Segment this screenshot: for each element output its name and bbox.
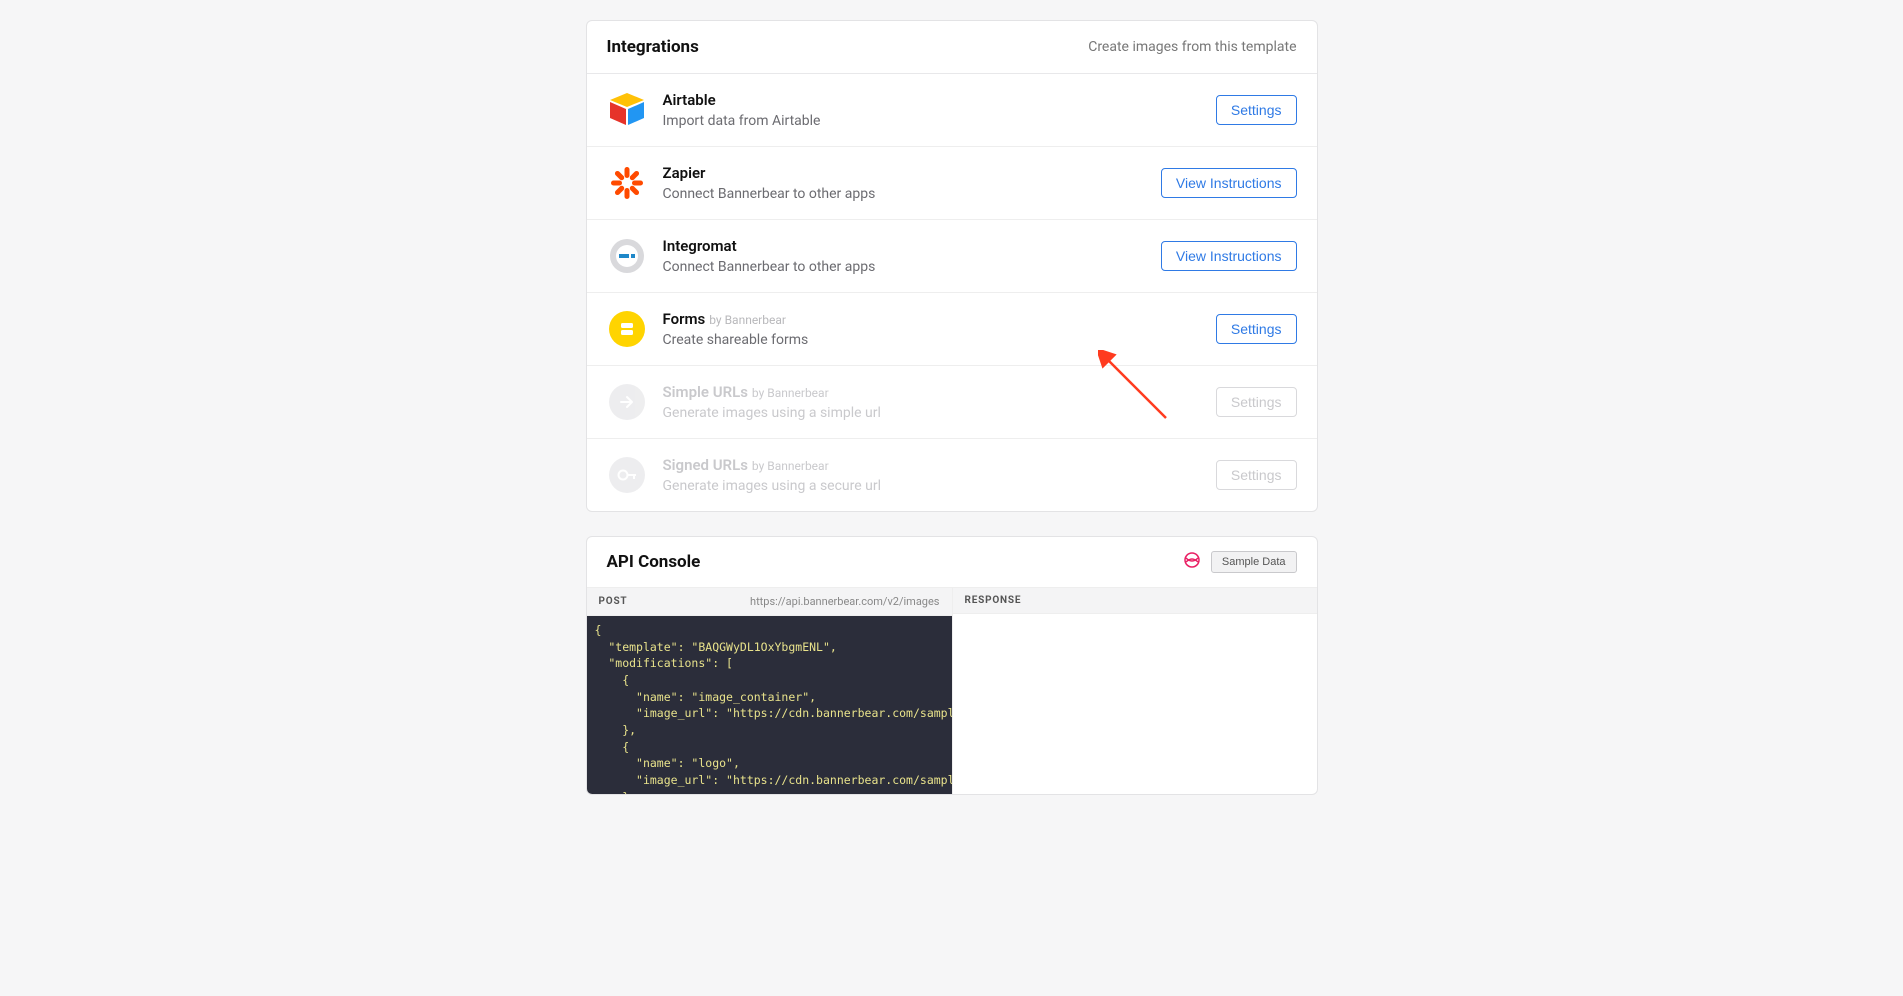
api-console-header: API Console Sample Data [587,537,1317,587]
integration-by: by Bannerbear [752,459,829,473]
response-label: RESPONSE [965,595,1022,606]
integration-desc: Import data from Airtable [663,113,1200,129]
zapier-icon [607,163,647,203]
integration-row-zapier: Zapier Connect Bannerbear to other apps … [587,147,1317,220]
integrations-header: Integrations Create images from this tem… [587,21,1317,74]
integration-row-signed-urls: Signed URLs by Bannerbear Generate images… [587,439,1317,511]
response-body [953,614,1317,792]
integration-title: Integromat [663,237,1145,257]
integration-title: Signed URLs by Bannerbear [663,456,1200,476]
integration-by: by Bannerbear [752,386,829,400]
bannerbear-logo-icon [1183,551,1201,573]
integrations-subtitle: Create images from this template [1088,39,1296,55]
integration-title: Simple URLs by Bannerbear [663,383,1200,403]
airtable-settings-button[interactable]: Settings [1216,95,1297,125]
response-column-header: RESPONSE [953,588,1317,614]
integration-info: Signed URLs by Bannerbear Generate images… [663,456,1200,494]
request-column: POST https://api.bannerbear.com/v2/image… [587,588,952,794]
integration-info: Formsby Bannerbear Create shareable form… [663,310,1200,348]
integration-desc: Generate images using a secure url [663,478,1200,494]
endpoint-url: https://api.bannerbear.com/v2/images [750,595,939,608]
airtable-icon [607,90,647,130]
integration-info: Simple URLs by Bannerbear Generate images… [663,383,1200,421]
integration-desc: Create shareable forms [663,332,1200,348]
signed-urls-settings-button[interactable]: Settings [1216,460,1297,490]
integration-title: Zapier [663,164,1145,184]
integration-title: Airtable [663,91,1200,111]
integration-desc: Connect Bannerbear to other apps [663,186,1145,202]
integration-row-simple-urls: Simple URLs by Bannerbear Generate images… [587,366,1317,439]
integration-info: Integromat Connect Bannerbear to other a… [663,237,1145,275]
api-console-body: POST https://api.bannerbear.com/v2/image… [587,587,1317,794]
forms-icon [607,309,647,349]
signed-urls-icon [607,455,647,495]
simple-urls-settings-button[interactable]: Settings [1216,387,1297,417]
api-console-title: API Console [607,552,701,572]
integration-name: Simple URLs [663,383,748,401]
integrations-card: Integrations Create images from this tem… [586,20,1318,512]
integration-title: Formsby Bannerbear [663,310,1200,330]
post-label: POST [599,596,628,607]
integromat-instructions-button[interactable]: View Instructions [1161,241,1297,271]
integration-by: by Bannerbear [709,313,786,327]
sample-data-button[interactable]: Sample Data [1211,551,1297,573]
integration-desc: Generate images using a simple url [663,405,1200,421]
request-body-code[interactable]: { "template": "BAQGWyDL1OxYbgmENL", "mod… [587,616,952,794]
simple-urls-icon [607,382,647,422]
forms-settings-button[interactable]: Settings [1216,314,1297,344]
integration-row-integromat: Integromat Connect Bannerbear to other a… [587,220,1317,293]
integrations-title: Integrations [607,37,699,57]
integration-row-airtable: Airtable Import data from Airtable Setti… [587,74,1317,147]
integration-info: Zapier Connect Bannerbear to other apps [663,164,1145,202]
integration-desc: Connect Bannerbear to other apps [663,259,1145,275]
integration-info: Airtable Import data from Airtable [663,91,1200,129]
api-console-card: API Console Sample Data POST https://api… [586,536,1318,795]
integration-row-forms: Formsby Bannerbear Create shareable form… [587,293,1317,366]
response-column: RESPONSE [952,588,1317,794]
integration-name: Forms [663,310,706,328]
integration-name: Signed URLs [663,456,748,474]
request-column-header: POST https://api.bannerbear.com/v2/image… [587,588,952,616]
zapier-instructions-button[interactable]: View Instructions [1161,168,1297,198]
integromat-icon [607,236,647,276]
